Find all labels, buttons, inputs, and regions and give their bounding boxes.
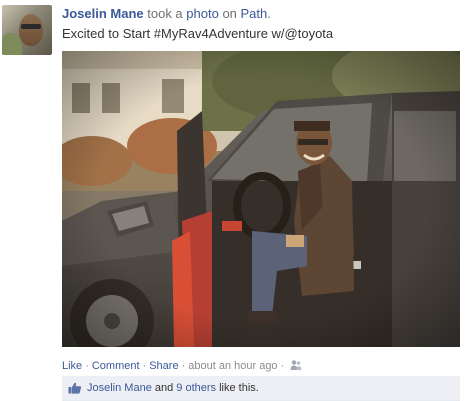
likes-text: Joselin Mane and 9 others like this.	[87, 376, 259, 400]
story-message: Excited to Start #MyRav4Adventure w/@toy…	[62, 26, 334, 41]
likes-summary: Joselin Mane and 9 others like this.	[62, 376, 460, 401]
photo-link[interactable]: photo	[186, 6, 219, 21]
separator: ·	[280, 360, 285, 372]
comment-link[interactable]: Comment	[92, 360, 140, 372]
likes-suffix-text: like this.	[216, 382, 259, 394]
period-text: .	[267, 6, 271, 21]
photo-illustration	[62, 51, 460, 347]
separator: ·	[142, 360, 147, 372]
app-link[interactable]: Path	[241, 6, 268, 21]
share-link[interactable]: Share	[149, 360, 178, 372]
avatar-glasses	[21, 24, 41, 29]
avatar-face	[19, 14, 43, 46]
separator: ·	[85, 360, 89, 372]
story-actions: Like · Comment · Share · about an hour ago ·	[62, 358, 302, 374]
friends-icon[interactable]	[290, 359, 302, 371]
on-text: on	[218, 6, 241, 21]
timestamp-link[interactable]: about an hour ago	[188, 360, 277, 372]
liker-name-link[interactable]: Joselin Mane	[87, 382, 152, 394]
avatar[interactable]	[2, 5, 52, 55]
thumbs-up-icon	[68, 382, 82, 394]
verb-text: took a	[143, 6, 187, 21]
like-link[interactable]: Like	[62, 360, 82, 372]
actor-name-link[interactable]: Joselin Mane	[62, 6, 144, 21]
story-header: Joselin Mane took a photo on Path.	[62, 6, 271, 22]
separator: ·	[181, 360, 186, 372]
feed-story: Joselin Mane took a photo on Path. Excit…	[0, 0, 469, 401]
story-photo[interactable]	[62, 51, 460, 347]
others-link[interactable]: 9 others	[176, 382, 216, 394]
likes-and-text: and	[151, 382, 177, 394]
